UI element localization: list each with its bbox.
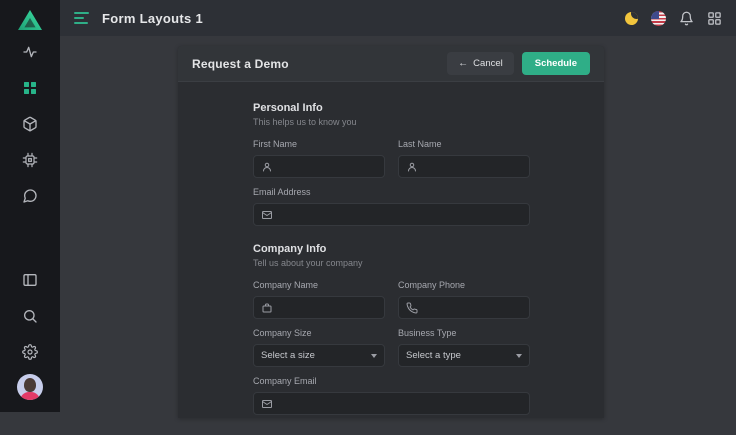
card-header: Request a Demo ← Cancel Schedule [178,46,604,82]
gear-icon [22,344,38,360]
content-area: Request a Demo ← Cancel Schedule Persona… [60,36,736,412]
sidebar-item-layouts[interactable] [12,70,48,106]
company-size-label: Company Size [253,328,385,338]
package-icon [22,116,38,132]
email-address-field: Email Address [253,187,530,226]
company-name-field: Company Name [253,280,385,319]
personal-info-subtitle: This helps us to know you [253,117,530,127]
envelope-icon [261,398,273,410]
company-phone-input[interactable] [398,296,530,319]
sidebar-nav-top [12,34,48,214]
last-name-field: Last Name [398,139,530,178]
person-icon [261,161,273,173]
envelope-icon [261,209,273,221]
email-address-label: Email Address [253,187,530,197]
notifications-button[interactable] [679,11,694,26]
company-phone-text-input[interactable] [424,302,522,313]
sidebar-item-layout-toggle[interactable] [12,262,48,298]
company-info-heading: Company Info [253,243,530,255]
cancel-button-label: Cancel [473,58,503,69]
user-avatar[interactable] [17,374,43,400]
first-name-text-input[interactable] [279,161,377,172]
first-name-field: First Name [253,139,385,178]
company-size-field: Company Size Select a size [253,328,385,367]
business-type-label: Business Type [398,328,530,338]
email-address-text-input[interactable] [279,209,522,220]
company-phone-label: Company Phone [398,280,530,290]
us-flag-icon [651,11,666,26]
company-name-text-input[interactable] [279,302,377,313]
company-name-label: Company Name [253,280,385,290]
menu-toggle-icon[interactable] [74,10,89,26]
briefcase-icon [261,302,273,314]
first-name-label: First Name [253,139,385,149]
last-name-label: Last Name [398,139,530,149]
app-logo-triangle-icon[interactable] [17,8,43,32]
section-personal-info: Personal Info This helps us to know you … [253,102,530,226]
company-email-field: Company Email [253,376,530,415]
request-demo-card: Request a Demo ← Cancel Schedule Persona… [178,46,604,418]
topbar-actions [625,11,722,26]
person-icon [406,161,418,173]
business-type-selected-value: Select a type [406,350,510,361]
layout-icon [22,272,38,288]
last-name-text-input[interactable] [424,161,522,172]
topbar: Form Layouts 1 [60,0,736,36]
sidebar-item-search[interactable] [12,298,48,334]
company-info-subtitle: Tell us about your company [253,258,530,268]
sidebar-item-settings[interactable] [12,334,48,370]
grid-icon [22,80,38,96]
apps-menu-button[interactable] [707,11,722,26]
chat-bubble-icon [22,188,38,204]
company-size-selected-value: Select a size [261,350,365,361]
sidebar-item-chat[interactable] [12,178,48,214]
company-size-select[interactable]: Select a size [253,344,385,367]
schedule-button[interactable]: Schedule [522,52,590,75]
email-address-input[interactable] [253,203,530,226]
activity-icon [22,44,38,60]
card-title: Request a Demo [192,57,289,71]
card-body: Personal Info This helps us to know you … [178,82,604,435]
sidebar-item-activity[interactable] [12,34,48,70]
search-icon [22,308,38,324]
chip-icon [22,152,38,168]
bell-icon [679,11,694,26]
cancel-button[interactable]: ← Cancel [447,52,514,75]
section-company-info: Company Info Tell us about your company … [253,243,530,415]
last-name-input[interactable] [398,155,530,178]
apps-grid-icon [707,11,722,26]
dark-mode-toggle[interactable] [625,12,638,25]
personal-info-heading: Personal Info [253,102,530,114]
sidebar-item-components[interactable] [12,106,48,142]
company-email-text-input[interactable] [279,398,522,409]
page-title: Form Layouts 1 [102,11,203,26]
sidebar-nav-bottom [12,262,48,370]
chevron-down-icon [516,354,522,358]
sidebar-item-elements[interactable] [12,142,48,178]
chevron-down-icon [371,354,377,358]
business-type-select[interactable]: Select a type [398,344,530,367]
phone-icon [406,302,418,314]
icon-sidebar [0,0,60,412]
company-name-input[interactable] [253,296,385,319]
first-name-input[interactable] [253,155,385,178]
schedule-button-label: Schedule [535,58,577,69]
moon-icon [625,12,638,25]
language-selector[interactable] [651,11,666,26]
back-arrow-icon: ← [458,59,468,69]
business-type-field: Business Type Select a type [398,328,530,367]
company-email-label: Company Email [253,376,530,386]
company-phone-field: Company Phone [398,280,530,319]
